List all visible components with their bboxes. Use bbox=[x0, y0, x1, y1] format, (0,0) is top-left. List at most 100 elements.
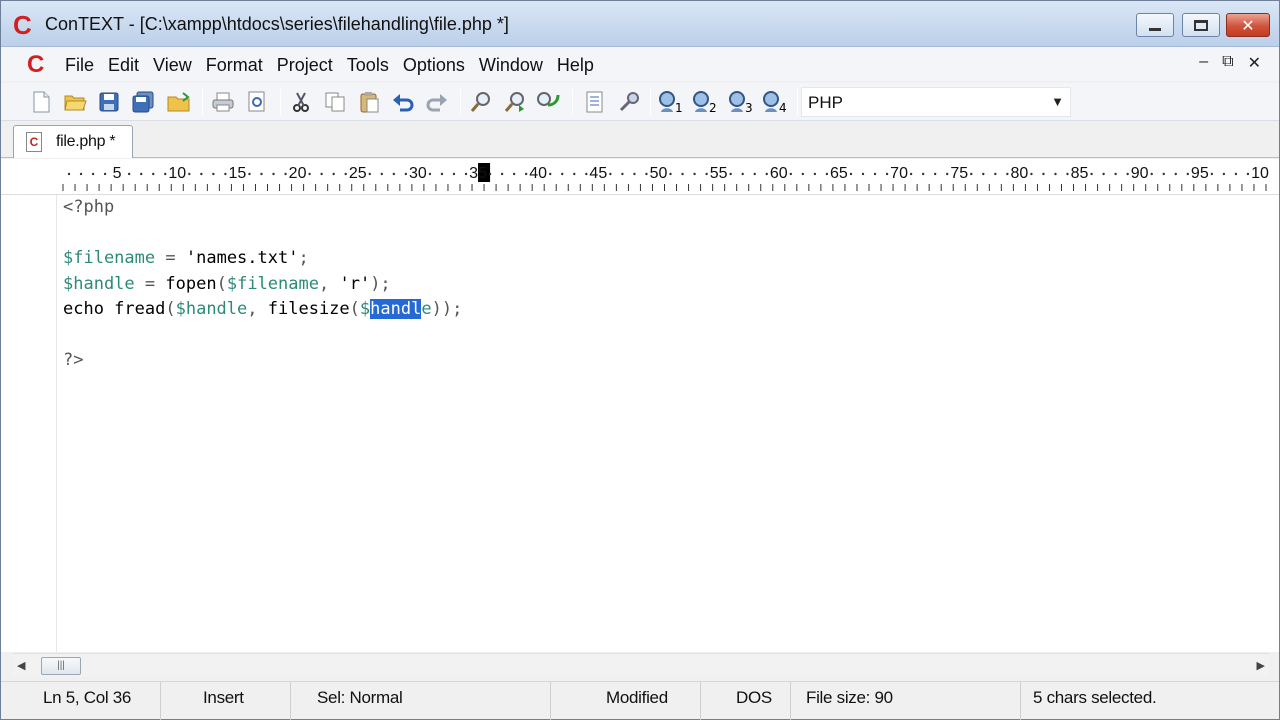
minimize-button[interactable] bbox=[1136, 13, 1174, 37]
ruler-label: 15 bbox=[229, 165, 247, 182]
svg-text:2: 2 bbox=[709, 101, 717, 114]
code-area[interactable]: <?php $filename = 'names.txt'; $handle =… bbox=[63, 195, 462, 374]
code-line-1: <?php bbox=[63, 197, 115, 217]
ruler-dot bbox=[1186, 172, 1190, 176]
open-file-icon[interactable] bbox=[61, 88, 89, 116]
ruler-label: 20 bbox=[289, 165, 307, 182]
ruler-dot bbox=[344, 172, 347, 176]
doc-restore-icon[interactable]: ⧉ bbox=[1222, 53, 1233, 73]
menu-project[interactable]: Project bbox=[270, 54, 340, 76]
ruler-dot bbox=[524, 172, 528, 176]
menu-format[interactable]: Format bbox=[199, 54, 270, 76]
title-bar[interactable]: C ConTEXT - [C:\xampp\htdocs\series\file… bbox=[1, 1, 1279, 47]
user-command-2-icon[interactable]: 2 bbox=[691, 88, 719, 116]
ruler-dot bbox=[1150, 172, 1153, 176]
paste-icon[interactable] bbox=[355, 88, 383, 116]
close-button[interactable]: ✕ bbox=[1226, 13, 1270, 37]
ruler-dot bbox=[681, 172, 684, 176]
ruler-dot bbox=[633, 172, 636, 176]
highlighter-select[interactable]: PHP ▼ bbox=[801, 87, 1071, 117]
ruler-dot bbox=[127, 172, 131, 176]
open-folder-icon[interactable] bbox=[165, 88, 193, 116]
ruler-dot bbox=[873, 172, 877, 176]
ruler-scale: 5 10 15 20 25 30 35 40 45 50 55 60 65 70 75 80 85 90 95 10 bbox=[62, 163, 1269, 191]
user-command-3-icon[interactable]: 3 bbox=[727, 88, 755, 116]
ruler-dot bbox=[1054, 172, 1057, 176]
save-all-icon[interactable] bbox=[129, 88, 157, 116]
ruler-dot bbox=[224, 172, 227, 176]
ruler-dot bbox=[308, 172, 311, 176]
ruler-dot bbox=[320, 172, 323, 176]
ruler-dot bbox=[849, 172, 853, 176]
ruler-dot bbox=[332, 172, 335, 176]
tools-icon[interactable] bbox=[615, 88, 643, 116]
ruler-dot bbox=[1030, 172, 1033, 176]
ruler-dot bbox=[909, 172, 913, 176]
ruler-dot bbox=[609, 172, 612, 176]
ruler-dot bbox=[982, 172, 985, 176]
ruler-label: 55 bbox=[710, 165, 728, 182]
user-command-1-icon[interactable]: 1 bbox=[657, 88, 685, 116]
ruler-label: 35 bbox=[469, 165, 487, 182]
copy-icon[interactable] bbox=[321, 88, 349, 116]
menu-options[interactable]: Options bbox=[396, 54, 472, 76]
maximize-button[interactable] bbox=[1182, 13, 1220, 37]
ruler-dot bbox=[188, 172, 191, 176]
print-icon[interactable] bbox=[209, 88, 237, 116]
save-icon[interactable] bbox=[95, 88, 123, 116]
ruler-label: 50 bbox=[650, 165, 668, 182]
ruler-dot bbox=[705, 172, 708, 176]
user-command-4-icon[interactable]: 4 bbox=[761, 88, 789, 116]
tab-file-php[interactable]: C file.php * bbox=[13, 125, 133, 158]
horizontal-scrollbar[interactable]: ◀ ||| ▶ bbox=[13, 653, 1269, 677]
print-preview-icon[interactable] bbox=[243, 88, 271, 116]
ruler-dot bbox=[753, 172, 756, 176]
ruler-label: 60 bbox=[770, 165, 788, 182]
ruler-dot bbox=[801, 172, 805, 176]
ruler-dot bbox=[741, 172, 744, 176]
menu-bar: C File Edit View Format Project Tools Op… bbox=[1, 47, 1279, 81]
ruler-dot bbox=[1210, 172, 1214, 176]
new-file-icon[interactable] bbox=[27, 88, 55, 116]
ruler-dot bbox=[440, 172, 444, 176]
ruler-dot bbox=[1234, 172, 1238, 176]
ruler-label: 95 bbox=[1191, 165, 1209, 182]
status-line-endings: DOS bbox=[701, 682, 791, 720]
find-icon[interactable] bbox=[467, 88, 495, 116]
chevron-down-icon[interactable]: ▼ bbox=[1051, 94, 1064, 109]
replace-icon[interactable] bbox=[535, 88, 563, 116]
scroll-thumb[interactable]: ||| bbox=[41, 657, 81, 675]
cut-icon[interactable] bbox=[287, 88, 315, 116]
menu-tools[interactable]: Tools bbox=[340, 54, 396, 76]
document-menu-icon[interactable]: C bbox=[27, 51, 44, 79]
ruler-dot bbox=[200, 172, 203, 176]
menu-view[interactable]: View bbox=[146, 54, 199, 76]
status-modified: Modified bbox=[551, 682, 701, 720]
code-line-3: $filename = 'names.txt'; bbox=[63, 248, 309, 268]
undo-icon[interactable] bbox=[389, 88, 417, 116]
menu-edit[interactable]: Edit bbox=[101, 54, 146, 76]
ruler-dot bbox=[729, 172, 732, 176]
ruler-label: 5 bbox=[113, 165, 122, 182]
code-editor[interactable]: <?php $filename = 'names.txt'; $handle =… bbox=[1, 195, 1279, 652]
ruler-label: 65 bbox=[830, 165, 848, 182]
ruler-label: 25 bbox=[349, 165, 367, 182]
status-sel-mode: Sel: Normal bbox=[291, 682, 551, 720]
find-next-icon[interactable] bbox=[501, 88, 529, 116]
redo-icon[interactable] bbox=[423, 88, 451, 116]
ruler-label: 75 bbox=[950, 165, 968, 182]
status-selection-info: 5 chars selected. bbox=[1033, 688, 1157, 707]
menu-window[interactable]: Window bbox=[472, 54, 550, 76]
file-compare-icon[interactable] bbox=[581, 88, 609, 116]
scroll-right-icon[interactable]: ▶ bbox=[1257, 659, 1265, 672]
menu-help[interactable]: Help bbox=[550, 54, 601, 76]
doc-close-icon[interactable]: ✕ bbox=[1248, 53, 1261, 73]
ruler-dot bbox=[1006, 172, 1009, 176]
menu-file[interactable]: File bbox=[58, 54, 101, 76]
scroll-left-icon[interactable]: ◀ bbox=[17, 659, 25, 672]
ruler-label: 10 bbox=[168, 165, 186, 182]
ruler-dot bbox=[645, 172, 648, 176]
doc-minimize-icon[interactable]: – bbox=[1199, 53, 1208, 73]
ruler-label: 45 bbox=[589, 165, 607, 182]
ruler-dot bbox=[404, 172, 408, 176]
